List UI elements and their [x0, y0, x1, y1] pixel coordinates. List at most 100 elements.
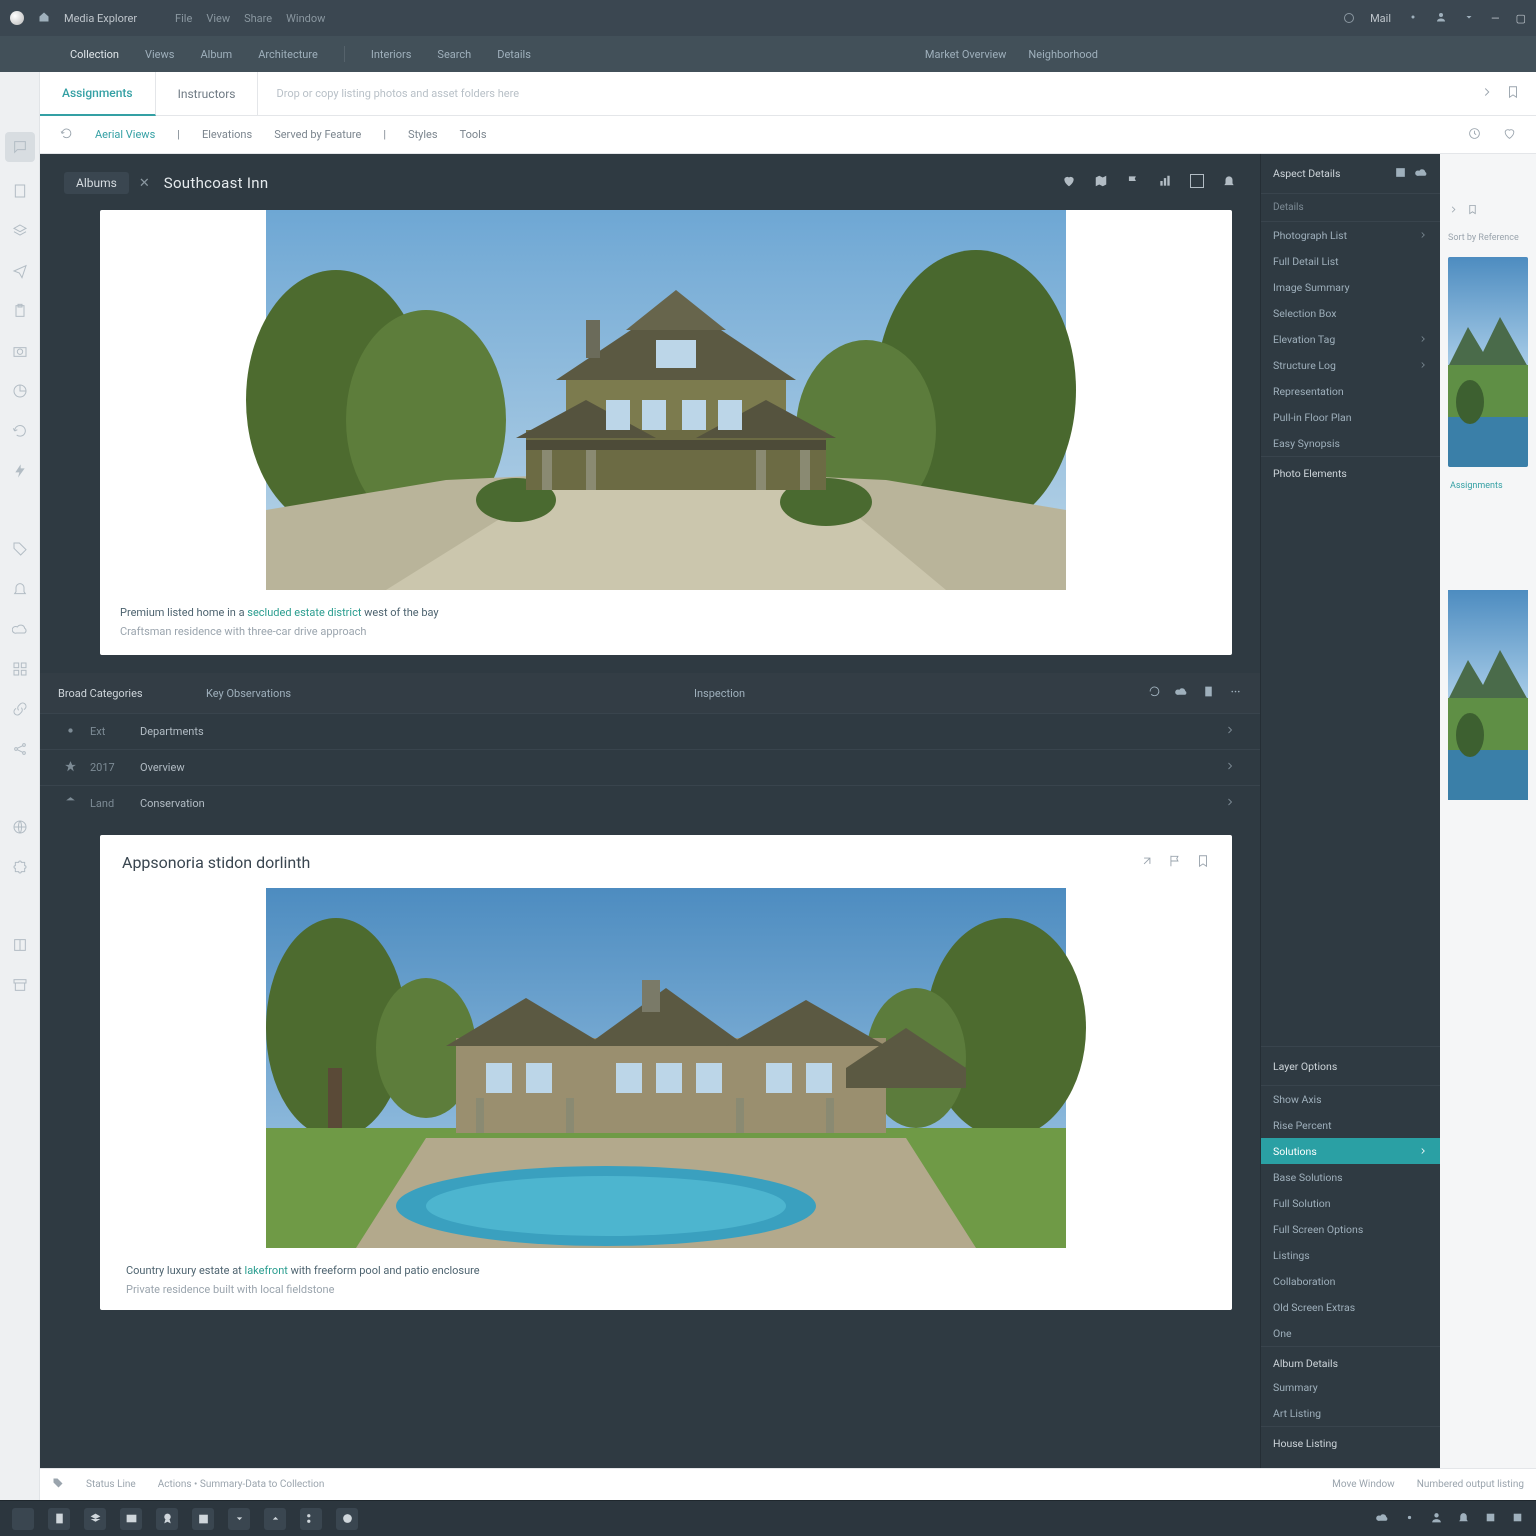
- midbar-cloud-icon[interactable]: [1175, 685, 1188, 701]
- filter-tools[interactable]: Tools: [460, 128, 487, 141]
- sb-layers-icon[interactable]: [84, 1508, 106, 1530]
- filter-refresh-icon[interactable]: [60, 127, 73, 143]
- midbar-refresh-icon[interactable]: [1148, 685, 1161, 701]
- rail-archive-icon[interactable]: [9, 974, 31, 996]
- sb-image-icon[interactable]: [120, 1508, 142, 1530]
- download-icon[interactable]: [1463, 11, 1475, 26]
- hdr-bell-icon[interactable]: [1222, 174, 1236, 192]
- hdr-chart-icon[interactable]: [1158, 174, 1172, 192]
- rail-send-icon[interactable]: [9, 260, 31, 282]
- hdr-heart-icon[interactable]: [1062, 174, 1076, 192]
- cards-pill[interactable]: Albums: [64, 172, 129, 194]
- menu-view[interactable]: View: [206, 12, 230, 25]
- listing-card-1[interactable]: Premium listed home in a secluded estate…: [100, 210, 1232, 655]
- irow-g3-1[interactable]: Rise Percent: [1261, 1112, 1440, 1138]
- menu-window[interactable]: Window: [286, 12, 325, 25]
- midbar-option[interactable]: Inspection: [694, 687, 745, 700]
- filter-heart-icon[interactable]: [1503, 127, 1516, 143]
- proprow-2[interactable]: Land Conservation: [40, 785, 1260, 821]
- menu-file[interactable]: File: [175, 12, 192, 25]
- inspector-box-icon[interactable]: [1394, 166, 1407, 182]
- thumb-2[interactable]: [1448, 505, 1528, 885]
- midbar-doc2-icon[interactable]: [1202, 685, 1215, 701]
- rail-link-icon[interactable]: [9, 698, 31, 720]
- gear-icon[interactable]: [1407, 11, 1419, 26]
- sb-scissors-icon[interactable]: [300, 1508, 322, 1530]
- rail-camera-icon[interactable]: [9, 340, 31, 362]
- nav-center-neighborhood[interactable]: Neighborhood: [1028, 48, 1098, 61]
- rail-redo-icon[interactable]: [9, 420, 31, 442]
- hdr-square-icon[interactable]: [1190, 174, 1204, 192]
- minimize-icon[interactable]: —: [1491, 12, 1500, 25]
- nav-album[interactable]: Album: [200, 48, 232, 61]
- irow-g4-0[interactable]: Full Solution: [1261, 1190, 1440, 1216]
- sb-cloud-icon[interactable]: [1376, 1509, 1389, 1528]
- card2-flag-icon[interactable]: [1168, 853, 1182, 872]
- irow-g4-4[interactable]: Old Screen Extras: [1261, 1294, 1440, 1320]
- hdr-map-icon[interactable]: [1094, 174, 1108, 192]
- maximize-icon[interactable]: ▢: [1516, 12, 1526, 25]
- tab-instructors[interactable]: Instructors: [156, 72, 259, 115]
- nav-architecture[interactable]: Architecture: [258, 48, 318, 61]
- irow-g4-1[interactable]: Full Screen Options: [1261, 1216, 1440, 1242]
- irow-g4-2[interactable]: Listings: [1261, 1242, 1440, 1268]
- filter-clock-icon[interactable]: [1468, 127, 1481, 143]
- irow-g1-4[interactable]: Elevation Tag: [1261, 326, 1440, 352]
- rail-globe-icon[interactable]: [9, 816, 31, 838]
- nav-collection[interactable]: Collection: [70, 48, 119, 61]
- nav-details[interactable]: Details: [497, 48, 531, 61]
- tab-expand-icon[interactable]: [1480, 85, 1494, 102]
- card2-expand-icon[interactable]: [1140, 853, 1154, 872]
- sb-badge-icon[interactable]: [156, 1508, 178, 1530]
- rail-book-icon[interactable]: [9, 934, 31, 956]
- sb-bell-icon[interactable]: [1457, 1509, 1470, 1528]
- rail-tag-icon[interactable]: [9, 538, 31, 560]
- rail-grid-icon[interactable]: [9, 658, 31, 680]
- rail-bell-icon[interactable]: [9, 578, 31, 600]
- irow-g1-0[interactable]: Photograph List: [1261, 222, 1440, 248]
- rail-doc-icon[interactable]: [9, 180, 31, 202]
- rail-clipboard-icon[interactable]: [9, 300, 31, 322]
- user-icon[interactable]: [1435, 11, 1447, 26]
- sb-calendar-icon[interactable]: [192, 1508, 214, 1530]
- thumb-1[interactable]: [1448, 257, 1528, 467]
- sb-doc-icon[interactable]: [48, 1508, 70, 1530]
- inspector-cloud-icon[interactable]: [1415, 166, 1428, 182]
- rail-bolt-icon[interactable]: [9, 460, 31, 482]
- rail-share-icon[interactable]: [9, 738, 31, 760]
- irow-g1-2[interactable]: Image Summary: [1261, 274, 1440, 300]
- nav-views[interactable]: Views: [145, 48, 174, 61]
- sb-sq2-icon[interactable]: [1511, 1509, 1524, 1528]
- proprow-1[interactable]: 2017 Overview: [40, 749, 1260, 785]
- midbar-rest[interactable]: Key Observations: [206, 687, 291, 700]
- midbar-more-icon[interactable]: [1229, 685, 1242, 701]
- nav-center-market[interactable]: Market Overview: [925, 48, 1007, 61]
- sb-download-icon[interactable]: [228, 1508, 250, 1530]
- sb-upload-icon[interactable]: [264, 1508, 286, 1530]
- sb-gear-icon[interactable]: [1403, 1509, 1416, 1528]
- titlebar-mail[interactable]: Mail: [1370, 12, 1391, 25]
- sb-user-icon[interactable]: [1430, 1509, 1443, 1528]
- irow-g1-8[interactable]: Easy Synopsis: [1261, 430, 1440, 456]
- irow-g4-3[interactable]: Collaboration: [1261, 1268, 1440, 1294]
- sb-sq1-icon[interactable]: [1484, 1509, 1497, 1528]
- cards-close-icon[interactable]: ✕: [139, 176, 150, 191]
- rail-cloud-icon[interactable]: [9, 618, 31, 640]
- nav-interiors[interactable]: Interiors: [371, 48, 412, 61]
- card2-bookmark-icon[interactable]: [1196, 853, 1210, 872]
- hdr-flag-icon[interactable]: [1126, 174, 1140, 192]
- irow-g1-6[interactable]: Representation: [1261, 378, 1440, 404]
- filter-styles[interactable]: Styles: [408, 128, 438, 141]
- sb-target-icon[interactable]: [336, 1508, 358, 1530]
- irow-g4-5[interactable]: One: [1261, 1320, 1440, 1346]
- filter-feature[interactable]: Served by Feature: [274, 128, 361, 141]
- home-icon[interactable]: [38, 11, 50, 26]
- filter-elevations[interactable]: Elevations: [202, 128, 252, 141]
- rail-layers-icon[interactable]: [9, 220, 31, 242]
- tab-assignments[interactable]: Assignments: [40, 72, 156, 116]
- listing-card-2[interactable]: Appsonoria stidon dorlinth Country: [100, 835, 1232, 1309]
- menu-share[interactable]: Share: [244, 12, 272, 25]
- irow-g1-3[interactable]: Selection Box: [1261, 300, 1440, 326]
- irow-g3-2[interactable]: Solutions: [1261, 1138, 1440, 1164]
- irow-g5-1[interactable]: Art Listing: [1261, 1400, 1440, 1426]
